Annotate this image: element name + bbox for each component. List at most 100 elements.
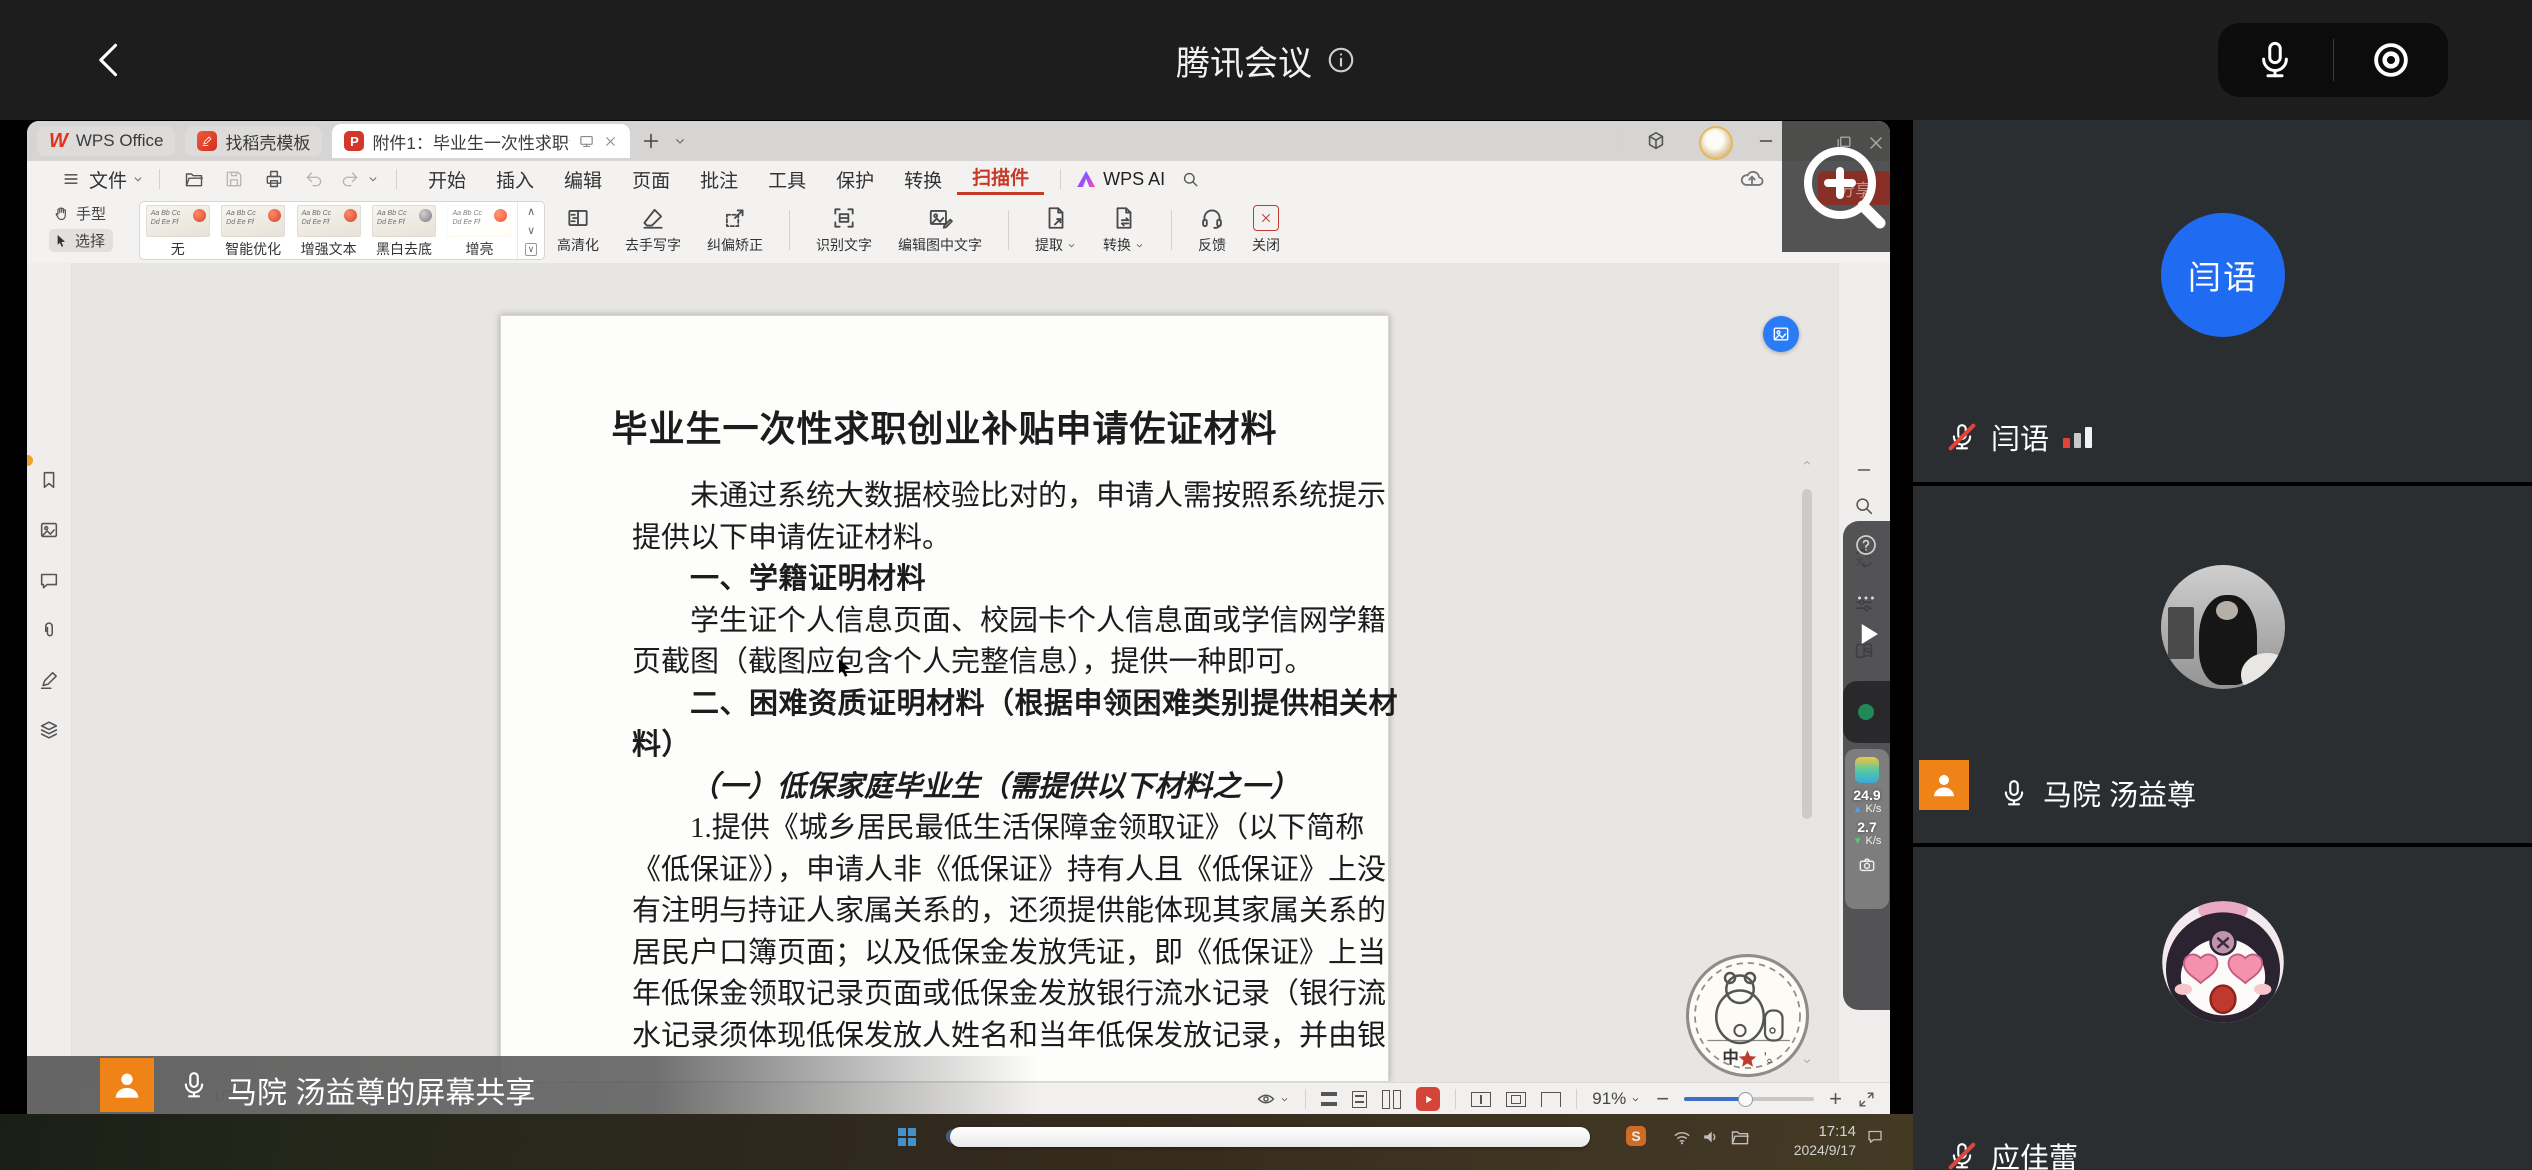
normal-view-icon[interactable] — [1352, 1091, 1367, 1108]
ocr-button[interactable]: 识别文字 — [816, 205, 872, 255]
more-dots-icon[interactable] — [1855, 587, 1877, 609]
document-page[interactable]: 毕业生一次性求职创业补贴申请佐证材料 未通过系统大数据校验比对的，申请人需按照系… — [500, 315, 1389, 1082]
layers-icon[interactable] — [38, 719, 60, 741]
fullscreen-icon[interactable] — [1857, 1090, 1876, 1109]
hamburger-icon[interactable] — [61, 169, 81, 189]
monitor-app-icon[interactable] — [1855, 757, 1879, 783]
menu-scan[interactable]: 扫描件 — [957, 163, 1044, 195]
effect-brighten[interactable]: Aa Bb CcDd Ee Ff 增亮 — [442, 202, 517, 259]
microphone-icon[interactable] — [2254, 39, 2296, 81]
menu-insert[interactable]: 插入 — [481, 166, 549, 193]
user-avatar[interactable] — [1699, 126, 1733, 160]
search-icon[interactable] — [1181, 170, 1200, 189]
document-scrollbar[interactable] — [1801, 457, 1813, 1067]
signature-pen-icon[interactable] — [38, 669, 60, 691]
menu-protect[interactable]: 保护 — [821, 166, 889, 193]
find-icon[interactable] — [1853, 495, 1875, 517]
undo-icon[interactable] — [304, 169, 324, 189]
help-icon[interactable] — [1854, 533, 1878, 557]
wps-menu-bar: 文件 开始 插入 编辑 页面 批注 工具 保护 转换 扫描件 WPS AI — [27, 161, 1890, 198]
remove-handwriting-button[interactable]: 去手写字 — [625, 205, 681, 255]
screen-reading-icon[interactable] — [578, 133, 595, 150]
scroll-up-icon[interactable] — [1801, 457, 1813, 469]
menu-comment[interactable]: 批注 — [685, 166, 753, 193]
scrollbar-thumb[interactable] — [1802, 489, 1812, 819]
two-page-view-icon[interactable] — [1382, 1090, 1401, 1109]
effect-none[interactable]: Aa Bb CcDd Ee Ff 无 — [140, 202, 215, 259]
select-tool-button[interactable]: 选择 — [49, 229, 113, 252]
tab-docer-templates[interactable]: 找稻壳模板 — [185, 126, 322, 156]
image-to-doc-float-button[interactable] — [1763, 316, 1799, 352]
undo-caret-icon[interactable] — [366, 172, 380, 186]
save-icon[interactable] — [224, 169, 244, 189]
collapse-minus-icon[interactable] — [1853, 459, 1875, 481]
close-scan-button[interactable]: 关闭 — [1252, 205, 1280, 255]
sharer-avatar-badge — [100, 1058, 154, 1112]
wps-ai-label[interactable]: WPS AI — [1103, 169, 1165, 190]
bookmark-icon[interactable] — [38, 469, 60, 491]
new-tab-icon[interactable] — [640, 130, 662, 152]
hd-enhance-button[interactable]: 高清化 — [557, 205, 599, 255]
zoom-slider[interactable] — [1684, 1097, 1814, 1101]
participant-tile-yanyu[interactable]: 闫语 闫语 — [1913, 120, 2532, 482]
menu-edit[interactable]: 编辑 — [549, 166, 617, 193]
tab-attachment-doc[interactable]: P 附件1：毕业生一次性求职创业 — [332, 124, 630, 158]
gallery-scroll-arrows[interactable]: ∧∨∨ — [517, 202, 544, 259]
effect-bw-clean[interactable]: Aa Bb CcDd Ee Ff 黑白去底 — [366, 202, 441, 259]
info-icon[interactable] — [1326, 45, 1356, 75]
tab-list-caret-icon[interactable] — [672, 133, 688, 149]
headset-icon — [1199, 205, 1225, 231]
attachment-icon[interactable] — [38, 619, 60, 641]
extract-button[interactable]: 提取 — [1035, 205, 1077, 255]
page-break-view-icon[interactable] — [1321, 1092, 1337, 1106]
zoom-in-button[interactable]: + — [1829, 1086, 1842, 1112]
fit-screen-icon[interactable] — [1506, 1092, 1526, 1107]
screenshot-camera-icon[interactable] — [1857, 855, 1877, 875]
view-eye-button[interactable] — [1256, 1089, 1290, 1109]
zoom-out-button[interactable]: − — [1656, 1086, 1669, 1112]
edit-image-text-button[interactable]: 编辑图中文字 — [898, 205, 982, 255]
convert-button[interactable]: 转换 — [1103, 205, 1145, 255]
back-icon[interactable] — [88, 38, 132, 82]
magnifier-plus-icon[interactable] — [1792, 137, 1890, 241]
swipe-pill-overlay[interactable] — [950, 1127, 1590, 1147]
print-icon[interactable] — [264, 169, 284, 189]
tab-wps-office[interactable]: W WPS Office — [37, 126, 175, 156]
menu-page[interactable]: 页面 — [617, 166, 685, 193]
menu-convert[interactable]: 转换 — [889, 166, 957, 193]
minimize-icon[interactable] — [1755, 130, 1777, 152]
hand-tool-button[interactable]: 手型 — [49, 203, 113, 224]
cloud-upload-icon[interactable] — [1739, 166, 1765, 192]
participant-tile-yingjialei[interactable]: 应佳蕾 — [1913, 847, 2532, 1170]
record-icon[interactable] — [2370, 39, 2412, 81]
scroll-down-icon[interactable] — [1801, 1055, 1813, 1067]
zoom-level[interactable]: 91% — [1592, 1089, 1641, 1109]
participant-tile-tangyizun[interactable]: 马院 汤益尊 — [1913, 486, 2532, 843]
effect-thumbnail: Aa Bb CcDd Ee Ff — [146, 205, 210, 237]
expand-panel-arrow-icon[interactable] — [1853, 617, 1883, 651]
zoom-slider-knob[interactable] — [1738, 1092, 1753, 1107]
open-folder-icon[interactable] — [184, 169, 204, 189]
menu-tools[interactable]: 工具 — [753, 166, 821, 193]
fit-page-icon[interactable] — [1471, 1092, 1491, 1107]
effect-enhance-text[interactable]: Aa Bb CcDd Ee Ff 增强文本 — [291, 202, 366, 259]
effect-smart-optimize[interactable]: Aa Bb CcDd Ee Ff 智能优化 — [215, 202, 290, 259]
redo-icon[interactable] — [340, 169, 360, 189]
feedback-button[interactable]: 反馈 — [1198, 205, 1226, 255]
deskew-button[interactable]: 纠偏矫正 — [707, 205, 763, 255]
fit-width-icon[interactable] — [1541, 1092, 1561, 1107]
apps-cube-icon[interactable] — [1645, 130, 1667, 152]
menu-start[interactable]: 开始 — [413, 166, 481, 193]
wps-window: W WPS Office 找稻壳模板 P 附件1：毕业生一次性求职创业 — [27, 121, 1890, 1114]
image-icon[interactable] — [38, 519, 60, 541]
menu-divider — [396, 169, 397, 189]
close-tab-icon[interactable] — [603, 134, 618, 149]
sharer-badge — [1919, 760, 1969, 810]
person-icon — [1929, 770, 1959, 800]
menu-file[interactable]: 文件 — [81, 166, 131, 193]
comment-icon[interactable] — [38, 569, 60, 591]
participant-name: 闫语 — [1991, 416, 2049, 458]
file-caret-icon[interactable] — [131, 172, 145, 186]
status-tab[interactable] — [1843, 681, 1890, 743]
slideshow-play-button[interactable] — [1416, 1087, 1440, 1111]
